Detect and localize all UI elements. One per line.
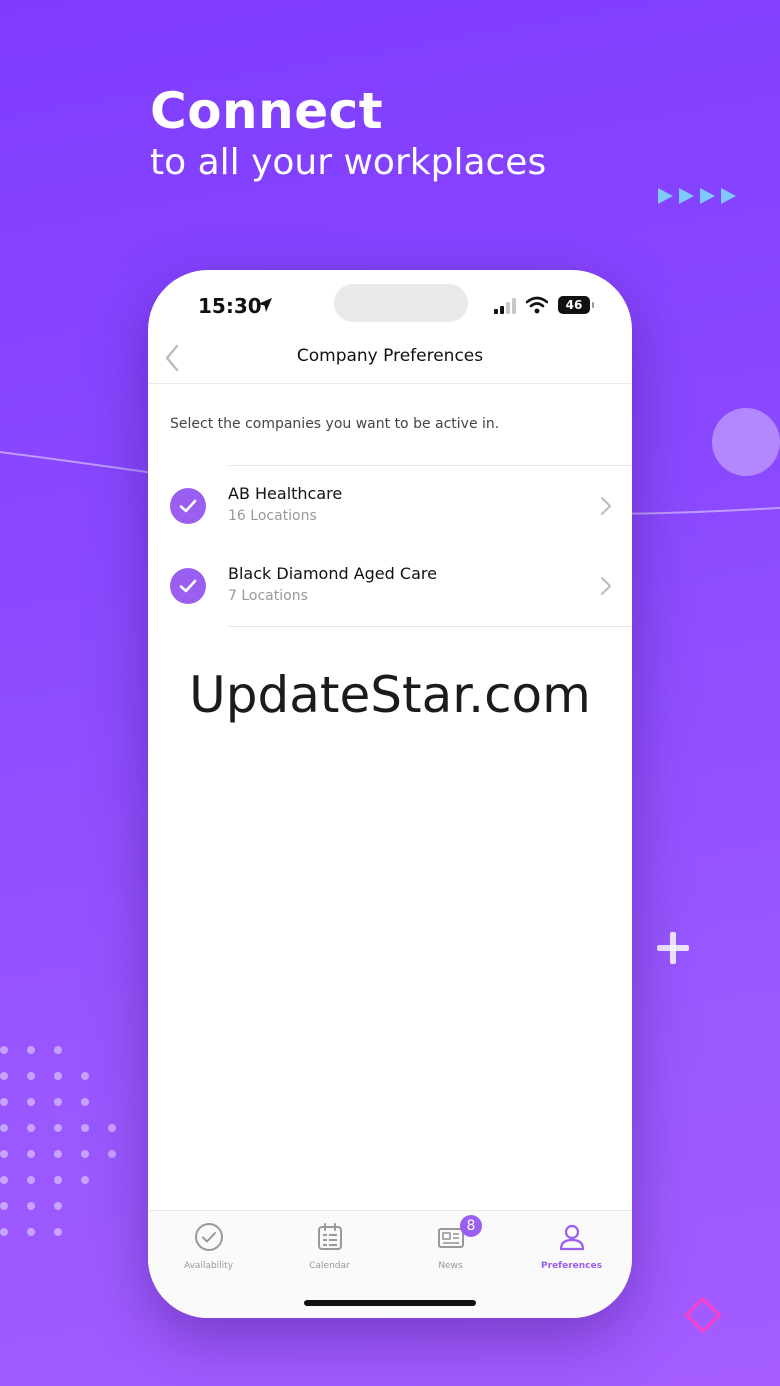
tab-preferences[interactable]: Preferences — [511, 1221, 632, 1271]
chevron-right-icon — [601, 497, 611, 515]
location-arrow-icon — [258, 298, 272, 312]
decor-dot — [54, 1202, 62, 1210]
decor-dot — [54, 1124, 62, 1132]
page-title: Company Preferences — [296, 346, 484, 366]
decor-dot — [54, 1228, 62, 1236]
decor-dot — [0, 1150, 8, 1158]
company-name: Black Diamond Aged Care — [228, 564, 437, 583]
tab-label: Calendar — [309, 1261, 350, 1271]
instruction-text: Select the companies you want to be acti… — [170, 416, 500, 432]
chevron-right-icon — [601, 577, 611, 595]
news-count-badge: 8 — [460, 1215, 482, 1237]
tab-availability[interactable]: Availability — [148, 1221, 269, 1271]
decor-dot — [27, 1176, 35, 1184]
decor-dot — [0, 1228, 8, 1236]
decor-arrows-icon — [658, 188, 736, 204]
status-time: 15:30 — [198, 294, 262, 318]
check-circle-icon — [194, 1223, 223, 1251]
decor-dot — [54, 1072, 62, 1080]
company-locations: 16 Locations — [228, 508, 317, 524]
decor-dot-grid — [0, 1046, 130, 1246]
cellular-signal-icon — [494, 298, 516, 314]
dynamic-island — [334, 284, 468, 322]
decor-dot — [27, 1150, 35, 1158]
decor-dot — [54, 1150, 62, 1158]
tab-calendar[interactable]: Calendar — [269, 1221, 390, 1271]
wifi-icon — [526, 296, 548, 314]
checkmark-circle-icon[interactable] — [170, 488, 206, 524]
decor-dot — [27, 1202, 35, 1210]
decor-dot — [81, 1124, 89, 1132]
battery-icon: 46 — [558, 296, 594, 314]
company-name: AB Healthcare — [228, 484, 343, 503]
user-icon — [559, 1224, 584, 1251]
decor-dot — [0, 1202, 8, 1210]
company-locations: 7 Locations — [228, 588, 308, 604]
promo-subheadline: to all your workplaces — [150, 142, 547, 183]
decor-dot — [81, 1176, 89, 1184]
promo-headline-block: Connect to all your workplaces — [150, 82, 546, 183]
decor-dot — [108, 1150, 116, 1158]
decor-diamond-icon — [684, 1296, 722, 1334]
decor-dot — [0, 1046, 8, 1054]
decor-plus-icon — [655, 930, 691, 966]
company-row-ab-healthcare[interactable]: AB Healthcare 16 Locations — [148, 466, 632, 546]
promo-headline: Connect — [150, 82, 384, 140]
tab-label: Availability — [183, 1261, 234, 1271]
decor-dot — [81, 1072, 89, 1080]
decor-dot — [27, 1046, 35, 1054]
decor-dot — [81, 1098, 89, 1106]
decor-dot — [108, 1124, 116, 1132]
decor-bubble — [712, 408, 780, 476]
decor-dot — [0, 1124, 8, 1132]
decor-dot — [27, 1072, 35, 1080]
checkmark-circle-icon[interactable] — [170, 568, 206, 604]
status-bar: 15:30 46 — [148, 270, 632, 336]
decor-dot — [54, 1176, 62, 1184]
decor-dot — [27, 1124, 35, 1132]
decor-dot — [81, 1150, 89, 1158]
home-indicator — [304, 1300, 476, 1306]
decor-dot — [54, 1098, 62, 1106]
watermark-text: UpdateStar.com — [189, 666, 591, 724]
divider — [228, 626, 632, 627]
decor-dot — [27, 1228, 35, 1236]
decor-dot — [0, 1176, 8, 1184]
tab-news[interactable]: 8 News — [390, 1215, 511, 1271]
tab-label: News — [438, 1261, 463, 1271]
tab-label: Preferences — [541, 1261, 602, 1271]
company-row-black-diamond[interactable]: Black Diamond Aged Care 7 Locations — [148, 546, 632, 626]
calendar-icon — [317, 1223, 342, 1250]
decor-dot — [54, 1046, 62, 1054]
nav-bar: Company Preferences — [148, 336, 632, 384]
decor-dot — [27, 1098, 35, 1106]
decor-dot — [0, 1098, 8, 1106]
decor-dot — [0, 1072, 8, 1080]
company-list: AB Healthcare 16 Locations Black Diamond… — [148, 465, 632, 627]
phone-frame: 15:30 46 Company Preferences Select the … — [148, 270, 632, 1318]
